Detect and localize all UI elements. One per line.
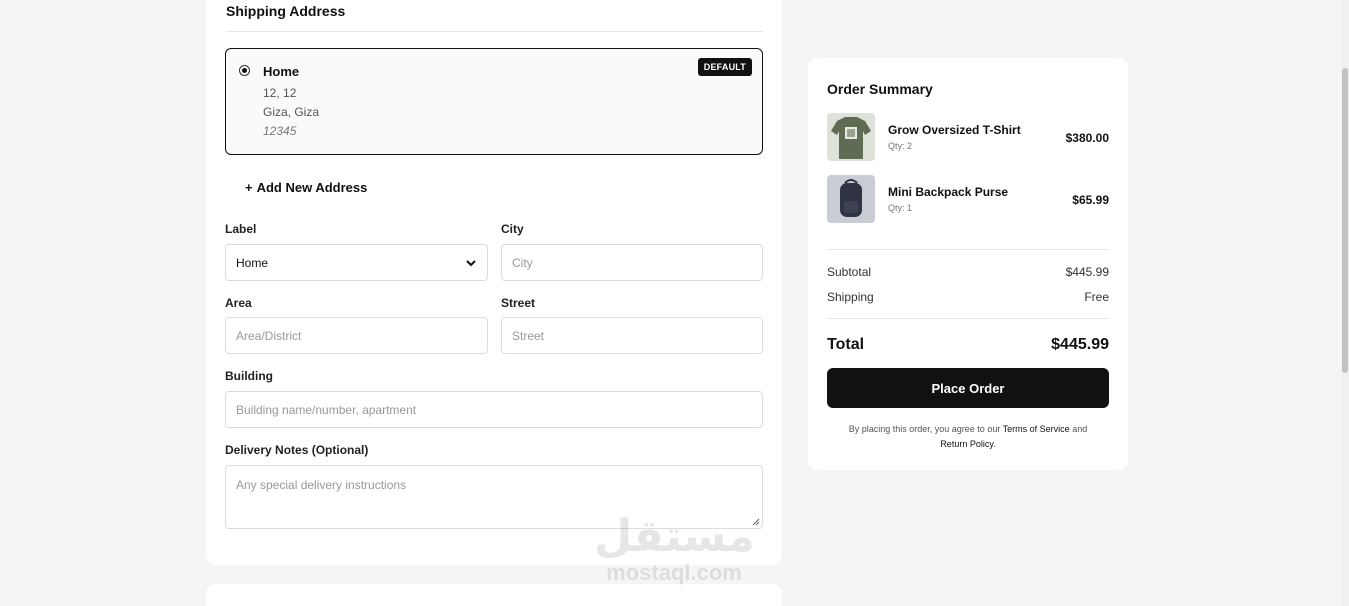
area-input[interactable]: Area/District [225, 317, 488, 354]
scrollbar-thumb[interactable] [1342, 68, 1348, 373]
notes-placeholder: Any special delivery instructions [236, 478, 407, 492]
item-name: Mini Backpack Purse [888, 185, 1009, 199]
building-input[interactable]: Building name/number, apartment [225, 391, 763, 428]
area-field-label: Area [225, 296, 252, 310]
terms-and: and [1072, 424, 1088, 434]
item-qty: Qty: 2 [888, 141, 913, 151]
address-line1: 12, 12 [263, 86, 297, 100]
divider [827, 249, 1109, 250]
label-select[interactable]: Home [225, 244, 488, 281]
address-label: Home [263, 64, 300, 79]
item-name: Grow Oversized T-Shirt [888, 123, 1021, 137]
payment-card [206, 584, 782, 606]
watermark-latin: mostaql.com [606, 560, 742, 585]
checkout-page: Shipping Address Home 12, 12 Giza, Giza … [0, 0, 1349, 606]
scrollbar[interactable] [1341, 0, 1349, 606]
subtotal-row: Subtotal $445.99 [827, 265, 1109, 279]
item-qty: Qty: 1 [888, 203, 913, 213]
add-new-address-label: Add New Address [256, 180, 368, 195]
shipping-card: Shipping Address Home 12, 12 Giza, Giza … [206, 0, 782, 565]
address-line2: Giza, Giza [263, 105, 320, 119]
divider [226, 31, 763, 32]
shipping-title: Shipping Address [226, 3, 346, 19]
notes-field-label: Delivery Notes (Optional) [225, 443, 369, 457]
terms-of-service-link[interactable]: Terms of Service [1003, 424, 1070, 434]
add-new-address-button[interactable]: + Add New Address [245, 180, 367, 195]
terms-text: By placing this order, you agree to our … [827, 422, 1109, 452]
terms-suffix: . [993, 439, 996, 449]
total-label: Total [827, 336, 865, 353]
plus-icon: + [245, 180, 253, 195]
order-summary-card: Order Summary Grow Oversized T-Shirt Qty… [808, 58, 1128, 470]
return-policy-link[interactable]: Return Policy [940, 439, 993, 449]
cart-item: Mini Backpack Purse Qty: 1 $65.99 [827, 175, 1109, 223]
item-price: $65.99 [1072, 193, 1109, 207]
total-row: Total $445.99 [827, 336, 1109, 354]
address-radio[interactable] [239, 65, 250, 76]
watermark: مستقل mostaql.com [594, 511, 755, 585]
area-placeholder: Area/District [236, 328, 302, 343]
total-value: $445.99 [1051, 336, 1109, 353]
building-placeholder: Building name/number, apartment [236, 402, 417, 417]
place-order-button[interactable]: Place Order [827, 368, 1109, 408]
tshirt-image [827, 113, 875, 161]
shipping-row: Shipping Free [827, 290, 1109, 304]
city-placeholder: City [512, 255, 533, 270]
subtotal-value: $445.99 [1065, 265, 1109, 279]
street-input[interactable]: Street [501, 317, 763, 354]
order-summary-title: Order Summary [827, 81, 933, 97]
divider [827, 318, 1109, 319]
street-field-label: Street [501, 296, 536, 310]
shipping-value: Free [1084, 290, 1109, 304]
backpack-image [827, 175, 875, 223]
label-select-value: Home [236, 255, 269, 270]
saved-address-card[interactable]: Home 12, 12 Giza, Giza 12345 DEFAULT [225, 48, 763, 155]
shipping-label: Shipping [827, 290, 874, 304]
city-field-label: City [501, 222, 524, 236]
address-postal: 12345 [263, 124, 297, 138]
subtotal-label: Subtotal [827, 265, 872, 279]
cart-item: Grow Oversized T-Shirt Qty: 2 $380.00 [827, 113, 1109, 161]
street-placeholder: Street [512, 328, 545, 343]
chevron-down-icon [466, 259, 476, 266]
item-price: $380.00 [1065, 131, 1109, 145]
label-field-label: Label [225, 222, 257, 236]
building-field-label: Building [225, 369, 273, 383]
city-input[interactable]: City [501, 244, 763, 281]
terms-prefix: By placing this order, you agree to our [848, 424, 1001, 434]
watermark-arabic: مستقل [594, 511, 755, 562]
default-badge: DEFAULT [697, 58, 752, 76]
